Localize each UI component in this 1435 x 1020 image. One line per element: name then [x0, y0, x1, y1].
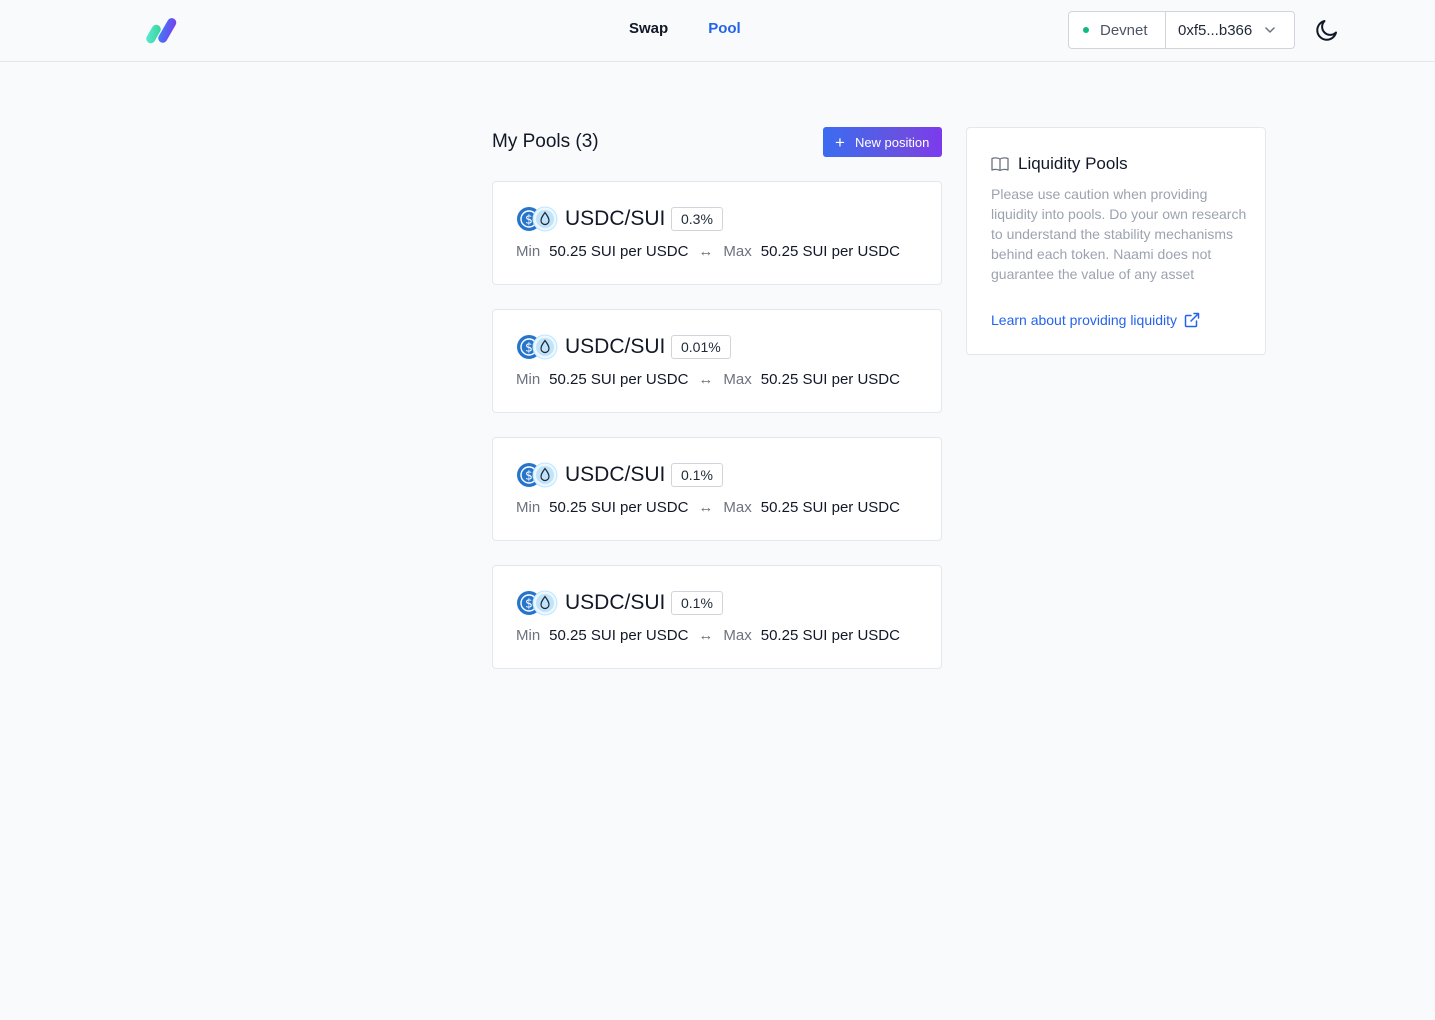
- info-title: Liquidity Pools: [1018, 154, 1128, 173]
- token-pair-icons: $: [517, 206, 558, 232]
- new-position-label: New position: [854, 134, 930, 150]
- sui-icon: [532, 206, 558, 232]
- top-header: Swap Pool Devnet 0xf5...b366: [0, 0, 1435, 62]
- price-range: Min 50.25 SUI per USDC ↔ Max 50.25 SUI p…: [516, 499, 900, 516]
- liquidity-info-panel: Liquidity Pools Please use caution when …: [966, 127, 1266, 355]
- min-value: 50.25 SUI per USDC: [549, 627, 689, 644]
- token-pair-icons: $: [517, 462, 558, 488]
- min-label: Min: [516, 627, 541, 644]
- swap-arrows-icon: ↔: [698, 627, 714, 644]
- page-title: My Pools (3): [492, 131, 599, 152]
- svg-text:$: $: [525, 213, 533, 227]
- sui-icon: [532, 462, 558, 488]
- pool-card[interactable]: $ USDC/SUI 0.3% Min 50.25 SUI per USDC ↔…: [492, 181, 942, 285]
- pool-card[interactable]: $ USDC/SUI 0.1% Min 50.25 SUI per USDC ↔…: [492, 437, 942, 541]
- sui-icon: [532, 334, 558, 360]
- main-nav: Swap Pool: [629, 20, 741, 37]
- price-range: Min 50.25 SUI per USDC ↔ Max 50.25 SUI p…: [516, 371, 900, 388]
- network-label: Devnet: [1100, 21, 1148, 39]
- fee-badge: 0.1%: [671, 463, 723, 487]
- learn-link-label: Learn about providing liquidity: [991, 312, 1178, 328]
- token-pair-icons: $: [517, 590, 558, 616]
- wallet-widget: Devnet 0xf5...b366: [1068, 11, 1295, 49]
- wallet-address: 0xf5...b366: [1178, 21, 1253, 39]
- max-label: Max: [723, 371, 752, 388]
- min-label: Min: [516, 499, 541, 516]
- logo-icon[interactable]: [146, 16, 180, 44]
- max-label: Max: [723, 499, 752, 516]
- svg-text:$: $: [525, 341, 533, 355]
- pool-pair: USDC/SUI: [565, 591, 666, 614]
- new-position-button[interactable]: + New position: [823, 127, 942, 157]
- plus-icon: +: [835, 132, 845, 152]
- max-value: 50.25 SUI per USDC: [760, 627, 900, 644]
- token-pair-icons: $: [517, 334, 558, 360]
- pool-card[interactable]: $ USDC/SUI 0.1% Min 50.25 SUI per USDC ↔…: [492, 565, 942, 669]
- pool-card[interactable]: $ USDC/SUI 0.01% Min 50.25 SUI per USDC …: [492, 309, 942, 413]
- nav-swap[interactable]: Swap: [629, 20, 668, 37]
- moon-icon[interactable]: [1314, 17, 1340, 43]
- swap-arrows-icon: ↔: [698, 499, 714, 516]
- min-value: 50.25 SUI per USDC: [549, 243, 689, 260]
- external-link-icon: [1184, 312, 1200, 328]
- max-value: 50.25 SUI per USDC: [760, 371, 900, 388]
- price-range: Min 50.25 SUI per USDC ↔ Max 50.25 SUI p…: [516, 627, 900, 644]
- wallet-address-dropdown[interactable]: 0xf5...b366: [1166, 12, 1294, 48]
- min-label: Min: [516, 371, 541, 388]
- pool-pair: USDC/SUI: [565, 335, 666, 358]
- chevron-down-icon: [1265, 27, 1275, 33]
- max-label: Max: [723, 627, 752, 644]
- swap-arrows-icon: ↔: [698, 243, 714, 260]
- svg-text:$: $: [525, 597, 533, 611]
- fee-badge: 0.01%: [671, 335, 731, 359]
- price-range: Min 50.25 SUI per USDC ↔ Max 50.25 SUI p…: [516, 243, 900, 260]
- pool-pair: USDC/SUI: [565, 207, 666, 230]
- fee-badge: 0.3%: [671, 207, 723, 231]
- min-label: Min: [516, 243, 541, 260]
- info-body: Please use caution when providing liquid…: [991, 186, 1247, 282]
- max-label: Max: [723, 243, 752, 260]
- book-icon: [991, 157, 1009, 172]
- learn-liquidity-link[interactable]: Learn about providing liquidity: [991, 312, 1200, 328]
- max-value: 50.25 SUI per USDC: [760, 499, 900, 516]
- max-value: 50.25 SUI per USDC: [760, 243, 900, 260]
- swap-arrows-icon: ↔: [698, 371, 714, 388]
- svg-text:$: $: [525, 469, 533, 483]
- pool-pair: USDC/SUI: [565, 463, 666, 486]
- min-value: 50.25 SUI per USDC: [549, 371, 689, 388]
- sui-icon: [532, 590, 558, 616]
- min-value: 50.25 SUI per USDC: [549, 499, 689, 516]
- network-status-dot: [1083, 27, 1089, 33]
- network-selector[interactable]: Devnet: [1069, 12, 1166, 48]
- fee-badge: 0.1%: [671, 591, 723, 615]
- nav-pool[interactable]: Pool: [708, 20, 741, 37]
